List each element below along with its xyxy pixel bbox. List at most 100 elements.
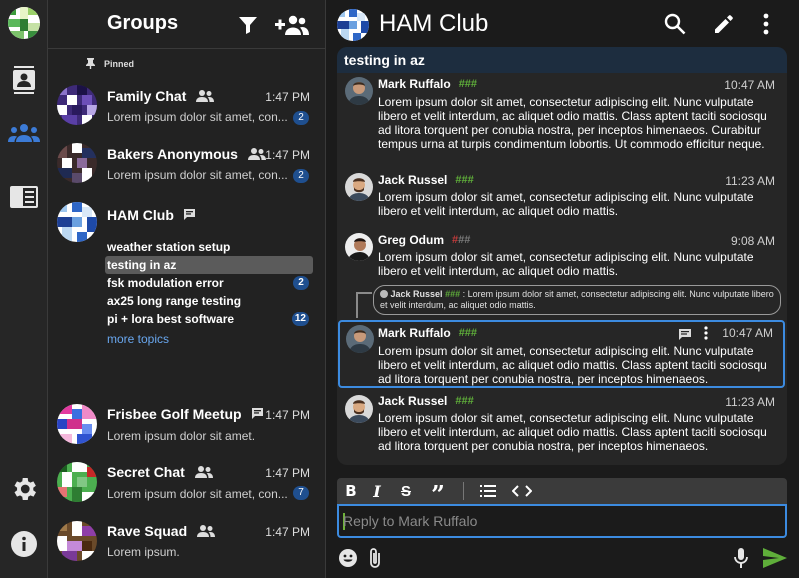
group-name: HAM Club	[107, 207, 197, 223]
message-focused[interactable]: Mark Ruffalo ### 10:47 AM Lorem ipsum dol…	[338, 320, 785, 388]
sender-name-text: Mark Ruffalo	[378, 77, 451, 91]
settings-icon[interactable]	[0, 469, 48, 509]
edit-icon[interactable]	[709, 9, 739, 39]
add-group-icon[interactable]	[274, 10, 310, 40]
send-icon[interactable]	[760, 545, 790, 571]
topic-item[interactable]: fsk modulation error 2	[105, 274, 313, 292]
group-name-text: Family Chat	[107, 88, 187, 104]
user-avatar[interactable]	[345, 395, 373, 423]
message[interactable]: Jack Russel ### 11:23 AM Lorem ipsum dolo…	[337, 392, 787, 458]
chat-avatar[interactable]	[337, 9, 369, 41]
topic-item[interactable]: ax25 long range testing	[105, 292, 313, 310]
group-name: Family Chat	[107, 88, 215, 104]
group-item-secret-chat[interactable]: Secret Chat 1:47 PM Lorem ipsum dolor si…	[48, 460, 326, 510]
reply-hash: ###	[445, 289, 461, 299]
group-preview: Lorem ipsum dolor sit amet, con...	[107, 487, 288, 501]
quote-icon[interactable]: ”	[427, 481, 449, 507]
sender-name: Jack Russel ###	[378, 173, 474, 187]
message[interactable]: Jack Russel ### 11:23 AM Lorem ipsum dolo…	[337, 172, 787, 222]
reply-avatar-icon	[380, 290, 388, 298]
message-body: Lorem ipsum dolor sit amet, consectetur …	[378, 411, 767, 453]
reply-sender: Jack Russel	[390, 289, 443, 299]
message-body: Lorem ipsum dolor sit amet, consectetur …	[378, 95, 767, 151]
group-avatar	[57, 143, 97, 183]
sender-name: Mark Ruffalo ###	[378, 77, 477, 91]
user-hash: ###	[455, 395, 474, 407]
topic-label: testing in az	[107, 258, 177, 272]
group-avatar	[57, 85, 97, 125]
user-avatar[interactable]	[345, 173, 373, 201]
groups-title: Groups	[107, 12, 179, 34]
topic-item[interactable]: pi + lora best software 12	[105, 310, 313, 328]
chat-title: HAM Club	[379, 10, 489, 37]
sender-name-text: Mark Ruffalo	[378, 326, 451, 340]
group-avatar	[57, 521, 97, 561]
user-avatar[interactable]	[345, 77, 373, 105]
group-name: Rave Squad	[107, 523, 216, 539]
reply-box	[337, 504, 787, 538]
account-avatar[interactable]	[8, 7, 40, 39]
message-body: Lorem ipsum dolor sit amet, consectetur …	[378, 344, 767, 386]
reply-quote[interactable]: Jack Russel ### : Lorem ipsum dolor sit …	[373, 285, 781, 315]
strikethrough-icon[interactable]: S	[395, 481, 417, 501]
message-time: 11:23 AM	[725, 395, 775, 409]
directory-icon[interactable]	[0, 177, 48, 217]
topic-item-selected[interactable]: testing in az	[105, 256, 313, 274]
group-time: 1:47 PM	[265, 408, 310, 422]
message-menu-icon[interactable]	[704, 326, 708, 345]
info-icon[interactable]	[0, 524, 48, 564]
group-avatar	[57, 404, 97, 444]
message-time: 10:47 AM	[724, 78, 775, 92]
list-icon[interactable]	[477, 481, 499, 501]
groups-icon[interactable]	[0, 113, 48, 153]
more-vert-icon[interactable]	[751, 9, 781, 39]
message[interactable]: Greg Odum ### 9:08 AM Lorem ipsum dolor s…	[337, 231, 787, 281]
group-avatar	[57, 462, 97, 502]
group-item-frisbee-golf-meetup[interactable]: Frisbee Golf Meetup 1:47 PM Lorem ipsum …	[48, 402, 326, 452]
attach-icon[interactable]	[362, 545, 388, 571]
topic-item[interactable]: weather station setup	[105, 238, 313, 256]
groups-panel: Groups Pinned Family Chat 1:47 PM Lorem …	[48, 0, 326, 578]
bold-icon[interactable]: B	[340, 481, 362, 501]
group-item-rave-squad[interactable]: Rave Squad 1:47 PM Lorem ipsum.	[48, 519, 326, 569]
user-hash: ###	[455, 174, 474, 186]
unread-badge: 12	[291, 312, 309, 326]
sender-name-text: Jack Russel	[378, 173, 448, 187]
unread-badge: 2	[293, 276, 309, 290]
people-icon	[197, 525, 216, 537]
topics-icon	[251, 407, 263, 419]
user-avatar[interactable]	[345, 233, 373, 261]
contacts-icon[interactable]	[0, 60, 48, 100]
chat-panel: HAM Club testing in az Mark Ruffalo ### 1…	[327, 0, 799, 578]
group-time: 1:47 PM	[265, 148, 310, 162]
message[interactable]: Mark Ruffalo ### 10:47 AM Lorem ipsum dol…	[337, 75, 787, 169]
group-name-text: Frisbee Golf Meetup	[107, 406, 242, 422]
thread-panel: testing in az Mark Ruffalo ### 10:47 AM L…	[337, 47, 787, 465]
topics-icon	[183, 208, 195, 220]
group-time: 1:47 PM	[265, 90, 310, 104]
groups-header: Groups	[48, 0, 326, 49]
people-icon	[247, 148, 266, 160]
user-avatar[interactable]	[346, 325, 374, 353]
group-item-ham-club[interactable]: HAM Club	[48, 202, 326, 242]
reply-input[interactable]	[343, 512, 773, 530]
search-icon[interactable]	[660, 9, 690, 39]
group-name-text: HAM Club	[107, 207, 174, 223]
code-icon[interactable]	[511, 481, 533, 501]
microphone-icon[interactable]	[728, 545, 754, 571]
group-name: Bakers Anonymous	[107, 146, 266, 162]
italic-icon[interactable]: I	[366, 481, 388, 501]
emoji-icon[interactable]	[335, 545, 361, 571]
group-item-bakers-anonymous[interactable]: Bakers Anonymous 1:47 PM Lorem ipsum dol…	[48, 142, 326, 192]
group-name: Frisbee Golf Meetup	[107, 406, 265, 422]
filter-icon[interactable]	[233, 10, 263, 40]
message-time: 11:23 AM	[725, 174, 775, 188]
topic-label: weather station setup	[107, 240, 231, 254]
group-avatar	[57, 202, 97, 242]
group-item-family-chat[interactable]: Family Chat 1:47 PM Lorem ipsum dolor si…	[48, 84, 326, 134]
group-time: 1:47 PM	[265, 525, 310, 539]
more-topics-link[interactable]: more topics	[105, 330, 313, 348]
sender-name-text: Greg Odum	[378, 233, 445, 247]
sender-name: Mark Ruffalo ###	[378, 326, 477, 340]
toolbar-divider	[463, 482, 464, 500]
